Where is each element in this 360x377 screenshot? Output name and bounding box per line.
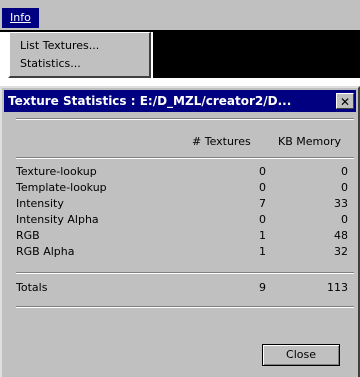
row-kb: 0: [341, 181, 348, 194]
background-window: [153, 32, 360, 78]
row-kb: 0: [341, 213, 348, 226]
table-row: Texture-lookup 0 0: [16, 164, 354, 180]
column-header-textures: # Textures: [192, 135, 251, 148]
row-textures: 1: [259, 229, 266, 242]
row-textures: 0: [259, 181, 266, 194]
table-row: RGB 1 48: [16, 228, 354, 244]
menu-item-list-textures[interactable]: List Textures...: [20, 37, 99, 55]
dialog-titlebar[interactable]: Texture Statistics : E:/D_MZL/creator2/D…: [4, 90, 356, 112]
menu-item-statistics[interactable]: Statistics...: [20, 55, 81, 73]
menu-info[interactable]: Info: [2, 8, 39, 28]
texture-statistics-dialog: Texture Statistics : E:/D_MZL/creator2/D…: [0, 86, 360, 377]
info-dropdown-menu: List Textures... Statistics...: [8, 32, 151, 78]
row-name: RGB Alpha: [16, 245, 75, 258]
table-row: Template-lookup 0 0: [16, 180, 354, 196]
table-row: Intensity 7 33: [16, 196, 354, 212]
row-name: Template-lookup: [16, 181, 107, 194]
totals-label: Totals: [16, 281, 48, 294]
row-kb: 48: [334, 229, 348, 242]
close-button[interactable]: Close: [262, 344, 340, 366]
row-kb: 33: [334, 197, 348, 210]
row-name: RGB: [16, 229, 40, 242]
table-row: RGB Alpha 1 32: [16, 244, 354, 260]
row-textures: 0: [259, 213, 266, 226]
row-name: Texture-lookup: [16, 165, 97, 178]
row-kb: 0: [341, 165, 348, 178]
totals-textures: 9: [259, 281, 266, 294]
row-kb: 32: [334, 245, 348, 258]
divider: [16, 306, 354, 308]
divider: [16, 157, 354, 159]
row-name: Intensity: [16, 197, 64, 210]
row-name: Intensity Alpha: [16, 213, 99, 226]
divider: [16, 118, 354, 120]
totals-row: Totals 9 113: [16, 280, 354, 296]
divider: [16, 272, 354, 274]
totals-kb: 113: [327, 281, 348, 294]
dialog-title: Texture Statistics : E:/D_MZL/creator2/D…: [8, 94, 292, 108]
table-row: Intensity Alpha 0 0: [16, 212, 354, 228]
column-header-kb-memory: KB Memory: [278, 135, 341, 148]
row-textures: 7: [259, 197, 266, 210]
menu-bar: Info: [0, 0, 360, 32]
close-icon[interactable]: ✕: [336, 93, 354, 109]
row-textures: 0: [259, 165, 266, 178]
row-textures: 1: [259, 245, 266, 258]
